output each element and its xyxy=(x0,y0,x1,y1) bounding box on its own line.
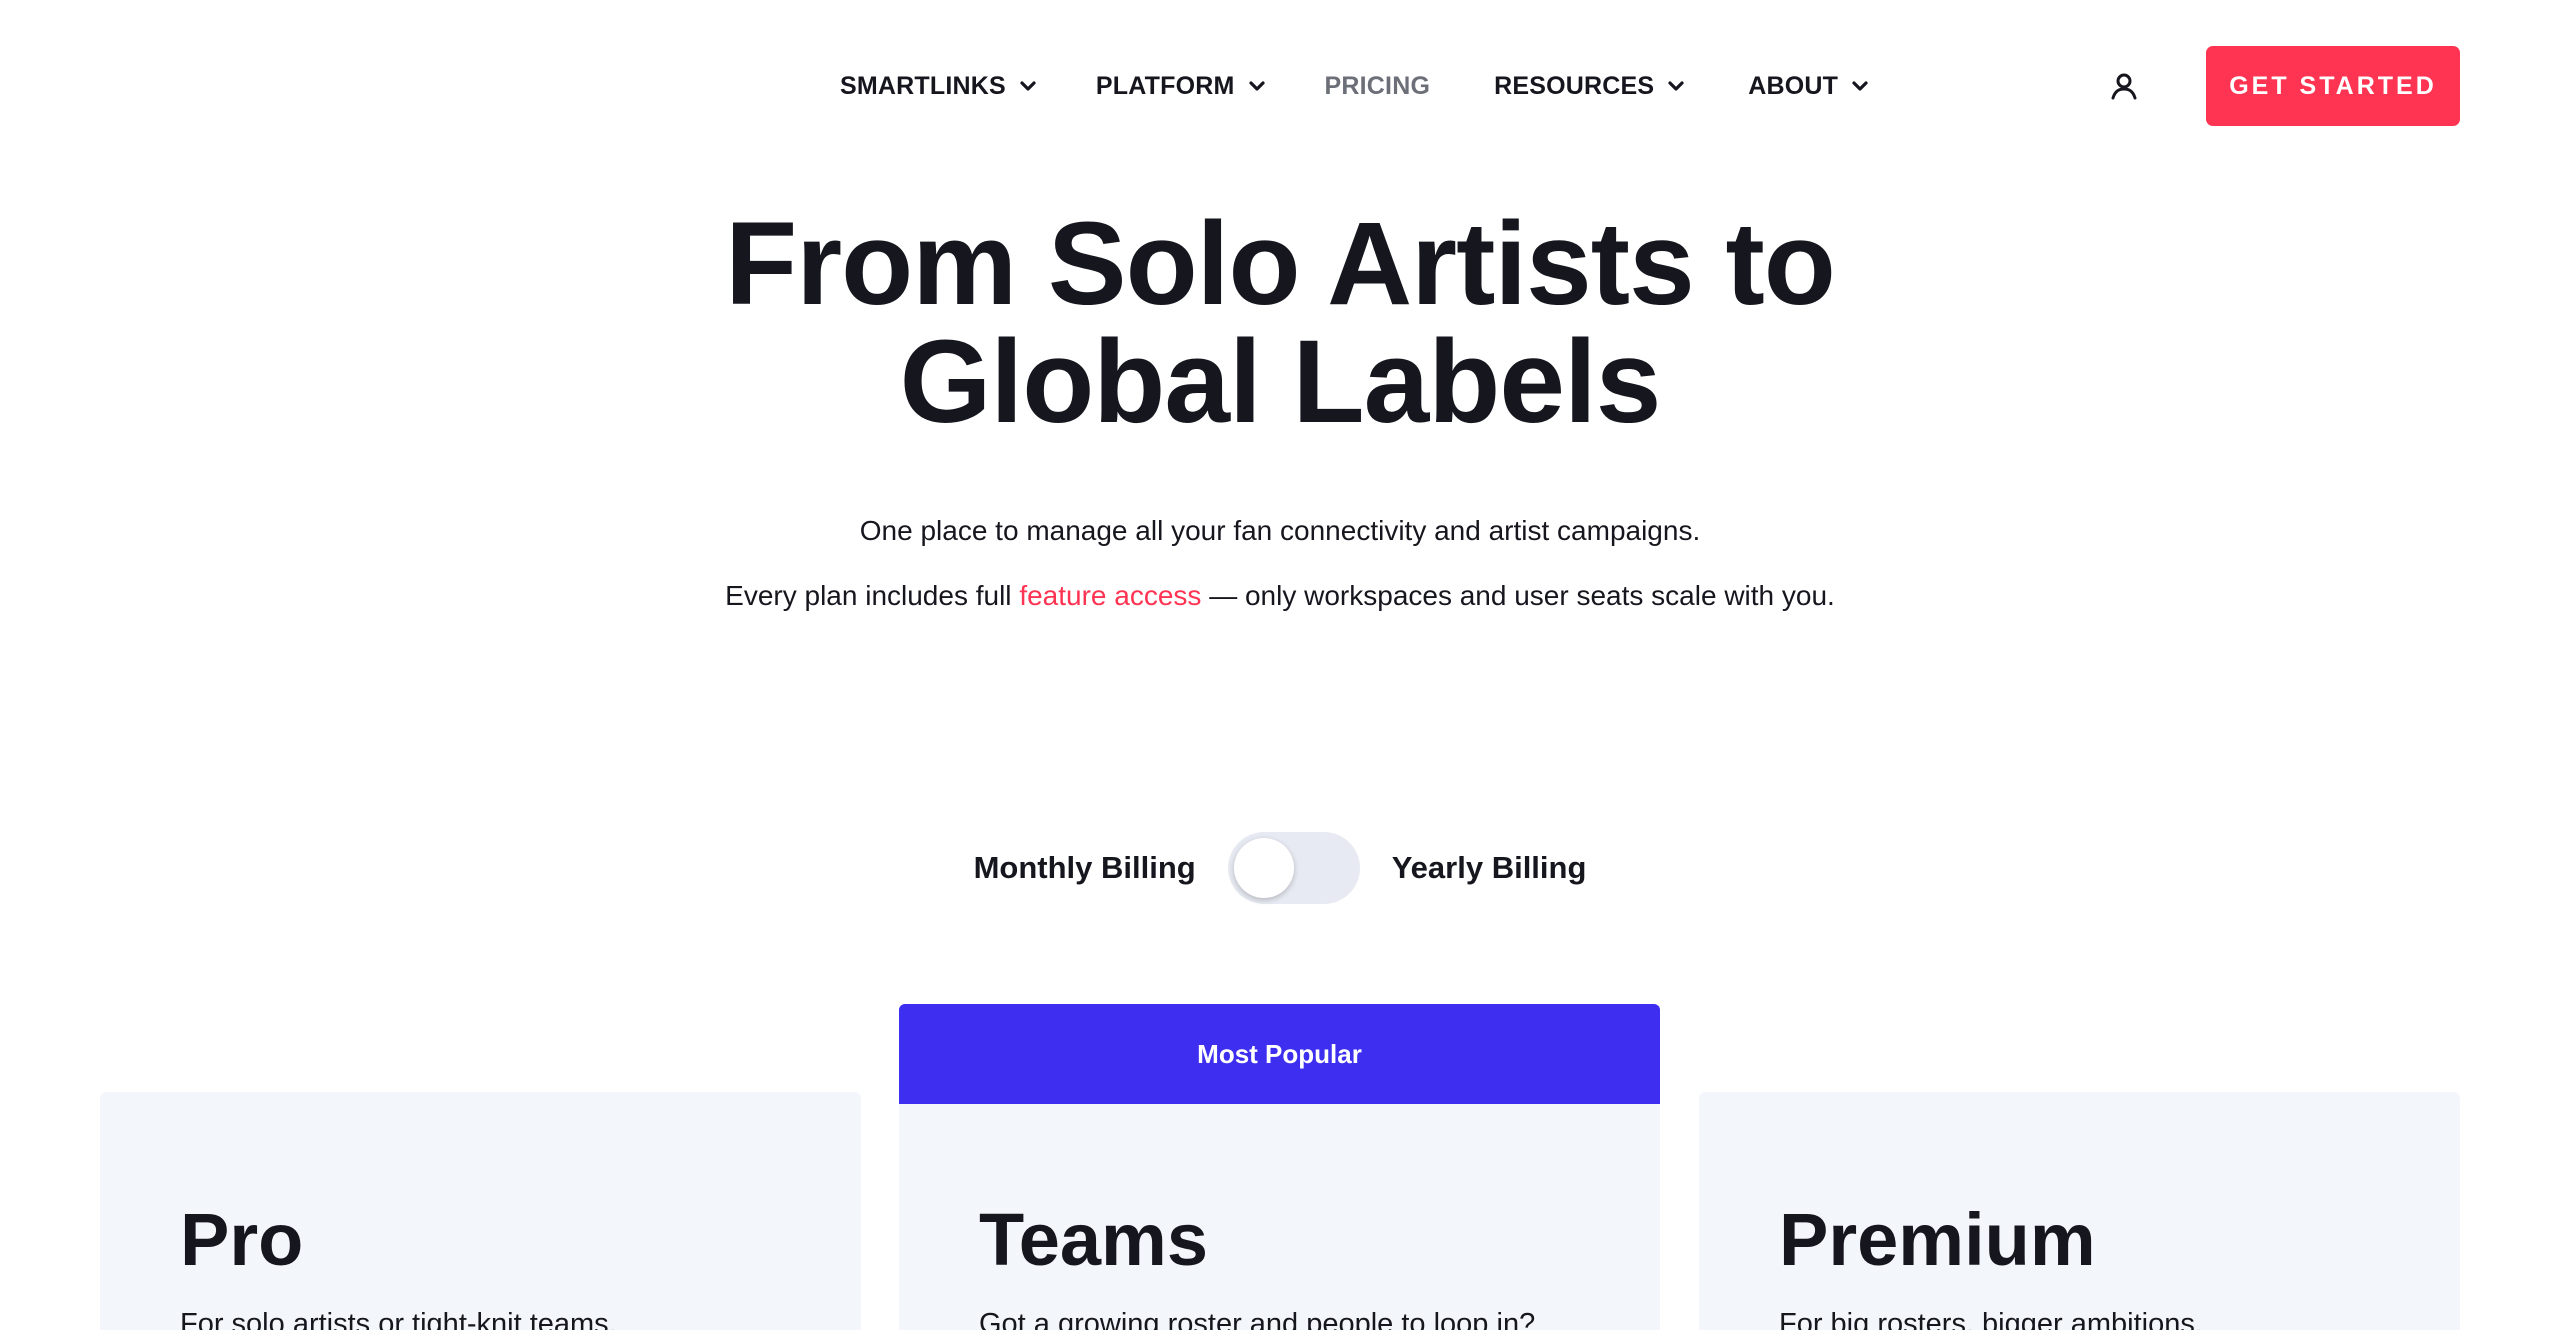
nav-about[interactable]: ABOUT xyxy=(1748,58,1870,114)
plan-card-pro: Pro For solo artists or tight-knit teams… xyxy=(100,1092,861,1330)
chevron-down-icon xyxy=(1018,76,1038,96)
nav-platform-label: PLATFORM xyxy=(1095,71,1235,100)
yearly-billing-label[interactable]: Yearly Billing xyxy=(1392,850,1587,886)
plan-description: For solo artists or tight-knit teams. xyxy=(180,1308,617,1330)
chevron-down-icon xyxy=(1247,76,1267,96)
plan-note: Every plan includes full feature access … xyxy=(0,580,2560,612)
user-icon[interactable] xyxy=(2104,66,2144,106)
most-popular-badge: Most Popular xyxy=(899,1004,1660,1104)
hero-subtitle: One place to manage all your fan connect… xyxy=(859,515,1701,546)
title-line-2: Global Labels xyxy=(899,316,1662,448)
plan-name: Pro xyxy=(180,1198,304,1281)
top-nav: SMARTLINKS PLATFORM PRICING RESOURCES AB… xyxy=(0,46,2560,126)
nav-smartlinks[interactable]: SMARTLINKS xyxy=(840,58,1038,114)
nav-smartlinks-label: SMARTLINKS xyxy=(840,71,1006,100)
toggle-knob xyxy=(1233,838,1294,898)
plan-card-teams: Teams Got a growing roster and people to… xyxy=(899,1104,1660,1330)
billing-toggle[interactable] xyxy=(1227,832,1360,904)
nav-pricing-label: PRICING xyxy=(1324,71,1431,100)
feature-access-link[interactable]: feature access xyxy=(1019,580,1201,611)
get-started-button[interactable]: GET STARTED xyxy=(2206,46,2460,126)
plan-description: Got a growing roster and people to loop … xyxy=(979,1308,1536,1330)
chevron-down-icon xyxy=(1666,76,1686,96)
plan-name: Teams xyxy=(979,1198,1208,1281)
nav-resources-label: RESOURCES xyxy=(1494,71,1655,100)
plan-name: Premium xyxy=(1779,1198,2096,1281)
plan-description: For big rosters, bigger ambitions. xyxy=(1779,1308,2203,1330)
title-line-1: From Solo Artists to xyxy=(725,198,1836,330)
plan-note-before: Every plan includes full xyxy=(725,580,1020,611)
pricing-page: SMARTLINKS PLATFORM PRICING RESOURCES AB… xyxy=(0,0,2560,1330)
nav-pricing[interactable]: PRICING xyxy=(1325,58,1431,114)
billing-switch: Monthly Billing Yearly Billing xyxy=(0,832,2560,904)
main-menu: SMARTLINKS PLATFORM PRICING RESOURCES AB… xyxy=(840,58,1870,114)
page-title: From Solo Artists to Global Labels xyxy=(0,205,2560,441)
plan-card-premium: Premium For big rosters, bigger ambition… xyxy=(1699,1092,2460,1330)
chevron-down-icon xyxy=(1850,76,1870,96)
nav-platform[interactable]: PLATFORM xyxy=(1096,58,1267,114)
nav-about-label: ABOUT xyxy=(1748,71,1839,100)
plan-note-after: — only workspaces and user seats scale w… xyxy=(1201,580,1835,611)
monthly-billing-label[interactable]: Monthly Billing xyxy=(974,850,1196,886)
nav-resources[interactable]: RESOURCES xyxy=(1494,58,1686,114)
